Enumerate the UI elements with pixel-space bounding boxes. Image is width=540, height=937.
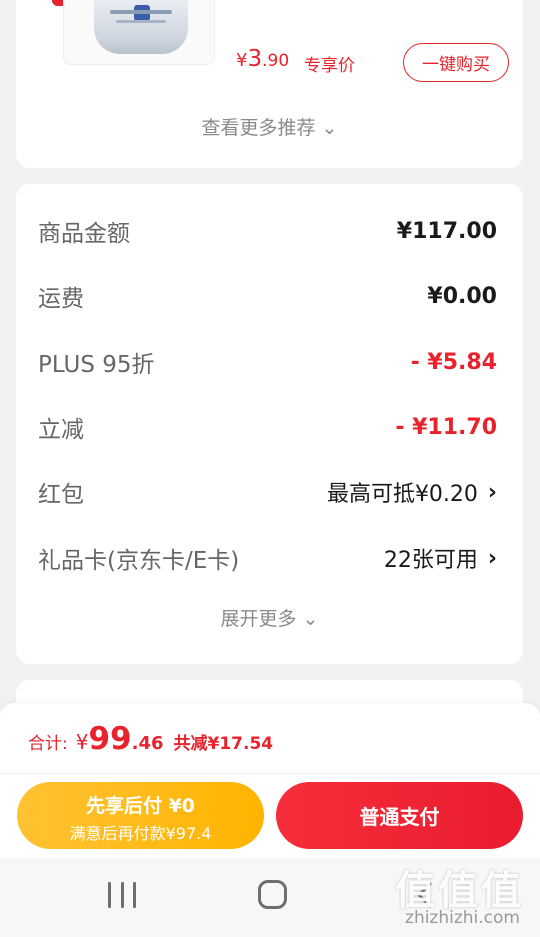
total-label: 合计: bbox=[28, 734, 68, 754]
exclusive-price-label: 专享价 bbox=[304, 56, 355, 76]
recommend-price: ¥3.90 bbox=[236, 46, 289, 72]
product-image bbox=[94, 0, 188, 54]
product-thumbnail[interactable] bbox=[63, 0, 215, 65]
recommend-card: ¥3.90 专享价 一键购买 查看更多推荐 ⌄ bbox=[16, 0, 523, 168]
chevron-right-icon: › bbox=[487, 545, 497, 571]
row-label: 礼品卡(京东卡/E卡) bbox=[38, 548, 240, 574]
summary-row-goods-amount: 商品金额 ¥117.00 bbox=[38, 211, 497, 251]
summary-row-instant-discount: 立减 - ¥11.70 bbox=[38, 407, 497, 447]
row-label: 商品金额 bbox=[38, 221, 130, 247]
total-currency: ¥ bbox=[75, 730, 89, 754]
order-total: 合计: ¥ 99 .46 共减¥17.54 bbox=[28, 721, 273, 757]
see-more-recommendations[interactable]: 查看更多推荐 ⌄ bbox=[16, 113, 523, 140]
normal-pay-button[interactable]: 普通支付 bbox=[276, 782, 523, 849]
row-label: 立减 bbox=[38, 417, 84, 443]
chevron-right-icon: › bbox=[487, 479, 497, 505]
home-icon[interactable] bbox=[258, 880, 287, 909]
divider bbox=[0, 773, 540, 774]
row-value: - ¥5.84 bbox=[410, 349, 497, 375]
price-integer: 3 bbox=[247, 46, 263, 72]
row-value-wrap: 22张可用 › bbox=[384, 542, 497, 574]
summary-row-gift-card[interactable]: 礼品卡(京东卡/E卡) 22张可用 › bbox=[38, 538, 497, 578]
row-value: ¥117.00 bbox=[396, 218, 497, 244]
summary-row-red-packet[interactable]: 红包 最高可抵¥0.20 › bbox=[38, 472, 497, 512]
row-label: 红包 bbox=[38, 482, 84, 508]
summary-row-plus-discount: PLUS 95折 - ¥5.84 bbox=[38, 342, 497, 382]
summary-row-shipping: 运费 ¥0.00 bbox=[38, 276, 497, 316]
checkout-bar: 合计: ¥ 99 .46 共减¥17.54 先享后付 ¥0 满意后再付款¥97.… bbox=[0, 703, 540, 858]
row-value: 最高可抵¥0.20 bbox=[326, 482, 478, 507]
system-nav-bar: 值值值 zhizhizhi.com bbox=[0, 858, 540, 937]
watermark: 值值值 zhizhizhi.com bbox=[380, 858, 530, 937]
price-currency: ¥ bbox=[236, 50, 248, 71]
pay-later-title: 先享后付 ¥0 bbox=[85, 795, 196, 817]
price-summary-card: 商品金额 ¥117.00 运费 ¥0.00 PLUS 95折 - ¥5.84 立… bbox=[16, 184, 523, 664]
total-integer: 99 bbox=[88, 721, 132, 757]
pay-later-button[interactable]: 先享后付 ¥0 满意后再付款¥97.4 bbox=[17, 782, 264, 849]
expand-more-button[interactable]: 展开更多 ⌄ bbox=[16, 604, 523, 631]
row-value: ¥0.00 bbox=[427, 283, 497, 309]
one-click-buy-button[interactable]: 一键购买 bbox=[403, 43, 509, 82]
total-decimal: .46 bbox=[131, 733, 164, 754]
row-value: 22张可用 bbox=[383, 548, 478, 573]
row-value-wrap: 最高可抵¥0.20 › bbox=[327, 476, 497, 508]
watermark-url: zhizhizhi.com bbox=[405, 908, 520, 928]
row-value: - ¥11.70 bbox=[395, 414, 497, 440]
recent-apps-icon[interactable] bbox=[108, 882, 136, 908]
row-label: PLUS 95折 bbox=[38, 352, 155, 378]
total-saved: 共减¥17.54 bbox=[173, 734, 274, 754]
price-decimal: .90 bbox=[262, 51, 290, 71]
pay-later-subtitle: 满意后再付款¥97.4 bbox=[69, 824, 212, 843]
row-label: 运费 bbox=[38, 286, 84, 312]
